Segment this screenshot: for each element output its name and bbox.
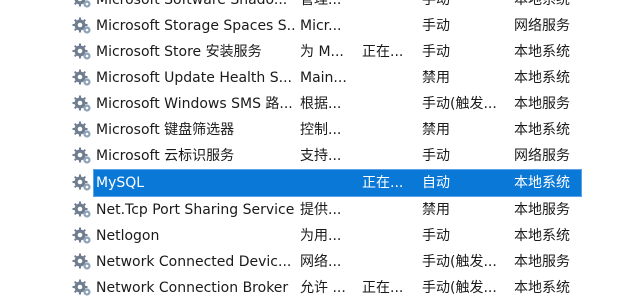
service-description: 为 M... (300, 44, 344, 60)
service-status: 正在... (362, 175, 404, 191)
service-name: Microsoft Store 安装服务 (96, 44, 262, 60)
service-startup-type: 禁用 (422, 202, 450, 218)
service-startup-type: 手动 (422, 148, 450, 164)
gear-service-icon (72, 147, 92, 165)
service-startup-type: 手动 (422, 0, 450, 8)
service-name: Microsoft Update Health S... (96, 70, 292, 86)
gear-service-icon (72, 174, 92, 192)
service-logon-as: 本地系统 (514, 228, 570, 244)
service-logon-as: 本地系统 (514, 44, 570, 60)
gear-service-icon (72, 43, 92, 61)
service-name: MySQL (96, 175, 145, 191)
service-logon-as: 本地系统 (514, 70, 570, 86)
gear-service-icon (72, 0, 92, 9)
service-startup-type: 禁用 (422, 70, 450, 86)
service-startup-type: 禁用 (422, 122, 450, 138)
service-description: 根据... (300, 96, 342, 112)
service-description: 提供... (300, 202, 342, 218)
service-description (300, 170, 358, 196)
service-status (362, 223, 412, 249)
service-logon-as: 本地系统 (514, 280, 570, 296)
service-startup-type: 手动 (422, 44, 450, 60)
service-status: 正在... (362, 280, 404, 296)
gear-service-icon (72, 227, 92, 245)
service-logon-as: 本地系统 (514, 0, 570, 8)
service-status (362, 0, 412, 13)
service-row[interactable]: Microsoft Store 安装服务 为 M... 正在... 手动 本地系… (0, 39, 622, 65)
service-description: 支持... (300, 148, 342, 164)
service-row-selected[interactable]: MySQL 正在... 自动 本地系统 (0, 169, 622, 197)
service-row[interactable]: Microsoft Update Health S... Main... 禁用 … (0, 65, 622, 91)
service-logon-as: 本地服务 (514, 254, 570, 270)
gear-service-icon (72, 253, 92, 271)
service-name: Microsoft Storage Spaces S... (96, 18, 296, 34)
service-status (362, 65, 412, 91)
gear-service-icon (72, 95, 92, 113)
service-startup-type: 手动(触发... (422, 280, 497, 296)
service-status (362, 117, 412, 143)
services-list: Microsoft Software Shado... 管理... 手动 本地系… (0, 0, 622, 303)
service-description: 允许 ... (300, 280, 346, 296)
service-logon-as: 网络服务 (514, 148, 570, 164)
service-row[interactable]: Net.Tcp Port Sharing Service 提供... 禁用 本地… (0, 197, 622, 223)
service-name: Microsoft 键盘筛选器 (96, 122, 235, 138)
service-name: Microsoft Windows SMS 路... (96, 96, 293, 112)
service-startup-type: 手动(触发... (422, 96, 497, 112)
service-status (362, 143, 412, 169)
service-description: 网络... (300, 254, 342, 270)
service-row[interactable]: Microsoft Windows SMS 路... 根据... 手动(触发..… (0, 91, 622, 117)
service-row[interactable]: Network Connection Broker 允许 ... 正在... 手… (0, 275, 622, 301)
service-row[interactable]: Microsoft Storage Spaces S... Micr... 手动… (0, 13, 622, 39)
service-logon-as: 本地系统 (514, 122, 570, 138)
service-name: Network Connection Broker (96, 280, 289, 296)
service-name: Netlogon (96, 228, 160, 244)
service-description: 控制... (300, 122, 342, 138)
service-row[interactable]: Netlogon 为用... 手动 本地系统 (0, 223, 622, 249)
service-name: Network Connected Devic... (96, 254, 292, 270)
service-description: Main... (300, 70, 347, 86)
service-startup-type: 手动(触发... (422, 254, 497, 270)
service-name: Net.Tcp Port Sharing Service (96, 202, 295, 218)
service-description: 管理... (300, 0, 342, 8)
gear-service-icon (72, 279, 92, 297)
service-status (362, 13, 412, 39)
service-status (362, 249, 412, 275)
service-description: 为用... (300, 228, 342, 244)
service-row[interactable]: Microsoft 云标识服务 支持... 手动 网络服务 (0, 143, 622, 169)
service-description: Micr... (300, 18, 342, 34)
service-logon-as: 本地服务 (514, 96, 570, 112)
service-row[interactable]: Network Connected Devic... 网络... 手动(触发..… (0, 249, 622, 275)
service-logon-as: 本地服务 (514, 202, 570, 218)
service-row[interactable]: Microsoft 键盘筛选器 控制... 禁用 本地系统 (0, 117, 622, 143)
service-status (362, 91, 412, 117)
service-name: Microsoft Software Shado... (96, 0, 288, 8)
service-startup-type: 手动 (422, 228, 450, 244)
gear-service-icon (72, 121, 92, 139)
gear-service-icon (72, 201, 92, 219)
service-status: 正在... (362, 44, 404, 60)
service-status (362, 197, 412, 223)
service-logon-as: 本地系统 (514, 175, 570, 191)
service-startup-type: 手动 (422, 18, 450, 34)
service-startup-type: 自动 (422, 175, 450, 191)
service-name: Microsoft 云标识服务 (96, 148, 235, 164)
service-row[interactable]: Microsoft Software Shado... 管理... 手动 本地系… (0, 0, 622, 13)
service-logon-as: 网络服务 (514, 18, 570, 34)
gear-service-icon (72, 17, 92, 35)
gear-service-icon (72, 69, 92, 87)
